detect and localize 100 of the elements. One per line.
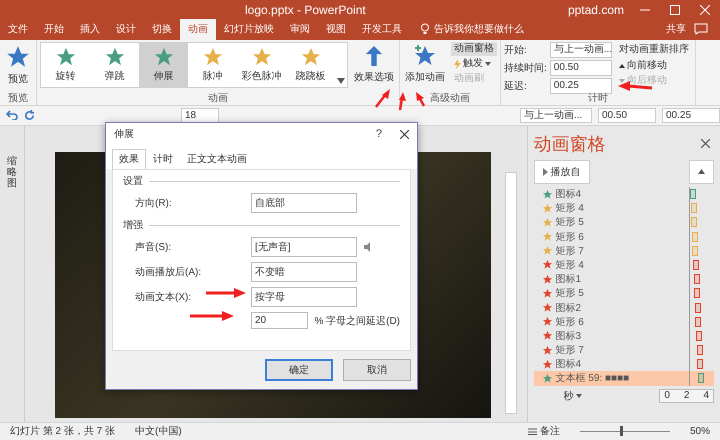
maximize-icon[interactable]	[670, 4, 680, 14]
after-animation-dropdown[interactable]: 不变暗	[251, 262, 357, 282]
animation-option[interactable]: 彩色脉冲	[237, 42, 286, 87]
animation-option[interactable]: 跷跷板	[286, 42, 335, 87]
ribbon-tab[interactable]: 切换	[144, 19, 180, 40]
share-button[interactable]: 共享	[658, 19, 694, 40]
ribbon-tab[interactable]: 开发工具	[354, 19, 410, 40]
seconds-dropdown[interactable]: 秒	[534, 388, 582, 403]
window-title: logo.pptx - PowerPoint	[245, 2, 366, 16]
close-icon[interactable]	[701, 139, 710, 148]
animation-item[interactable]: 矩形 6	[534, 314, 714, 329]
timing-bar	[696, 345, 703, 356]
notes-button[interactable]: 备注	[528, 424, 560, 438]
scrollbar[interactable]	[504, 172, 517, 414]
caret-icon	[576, 394, 582, 398]
ribbon-tab[interactable]: 开始	[36, 19, 72, 40]
caret-icon	[485, 62, 491, 66]
gallery-more-icon[interactable]	[337, 78, 345, 84]
group-label: 动画	[208, 92, 228, 105]
animation-item[interactable]: 矩形 6	[534, 229, 714, 244]
undo-icon[interactable]	[6, 110, 18, 120]
help-button[interactable]: ?	[376, 128, 382, 140]
font-size-field[interactable]: 18	[181, 108, 219, 123]
group-label: 计时	[588, 92, 608, 105]
preview-button[interactable]: 预览	[3, 42, 33, 88]
animation-item[interactable]: 矩形 7	[534, 342, 714, 358]
ribbon-tab[interactable]: 插入	[72, 19, 108, 40]
add-star-icon	[413, 44, 437, 68]
dialog-tab[interactable]: 效果	[112, 149, 146, 169]
ribbon-tab[interactable]: 文件	[0, 19, 36, 40]
timing-bar	[695, 316, 702, 327]
comment-icon[interactable]	[694, 23, 708, 36]
animation-item[interactable]: 图标2	[534, 300, 714, 315]
site-label: pptad.com	[568, 2, 624, 16]
start-label: 开始:	[504, 44, 528, 57]
animation-item[interactable]: 矩形 5	[534, 215, 714, 230]
cancel-button[interactable]: 取消	[343, 359, 411, 381]
sound-dropdown[interactable]: [无声音]	[251, 237, 357, 257]
effect-options-button[interactable]: 效果选项	[352, 42, 396, 86]
ok-button[interactable]: 确定	[265, 359, 333, 381]
animation-option[interactable]: 旋转	[41, 42, 90, 87]
animation-item[interactable]: 图标4	[534, 186, 714, 202]
animation-item[interactable]: 矩形 7	[534, 244, 714, 258]
up-triangle-icon	[698, 169, 705, 174]
section-heading: 增强	[123, 219, 143, 232]
dialog-tab[interactable]: 计时	[146, 149, 180, 169]
ribbon-tab[interactable]: 幻灯片放映	[216, 19, 282, 40]
annotation-arrow	[398, 92, 406, 110]
trigger-button[interactable]: 触发	[451, 56, 497, 71]
animation-pane-button[interactable]: 动画窗格	[451, 42, 497, 56]
start-dropdown[interactable]: 与上一动画...	[520, 108, 592, 123]
sound-label: 声音(S):	[135, 242, 172, 253]
ribbon-tab[interactable]: 审阅	[282, 19, 318, 40]
play-from-button[interactable]: 播放自	[534, 160, 590, 184]
tell-me-field[interactable]: 告诉我你想要做什么	[420, 19, 524, 40]
direction-dropdown[interactable]: 自底部	[251, 193, 357, 213]
start-dropdown[interactable]: 与上一动画...	[550, 42, 612, 58]
direction-label: 方向(R):	[135, 198, 172, 209]
timing-bar	[696, 330, 702, 341]
delay-field[interactable]: 00.25	[550, 78, 612, 94]
thumbnails-label[interactable]: 缩略图	[6, 156, 17, 422]
close-icon[interactable]	[400, 130, 409, 138]
redo-icon[interactable]	[24, 110, 35, 121]
delay-spinner[interactable]: 20	[251, 312, 308, 329]
language-label: 中文(中国)	[135, 424, 182, 438]
animation-item[interactable]: 文本框 59: ■■■■	[534, 371, 714, 386]
timing-bar	[694, 302, 701, 312]
ribbon-tab[interactable]: 动画	[180, 19, 216, 40]
animation-option[interactable]: 脉冲	[188, 42, 237, 87]
timing-bar	[694, 288, 700, 298]
lightbulb-icon	[420, 23, 430, 36]
animate-text-dropdown[interactable]: 按字母	[251, 287, 357, 307]
annotation-arrow	[206, 288, 246, 298]
down-triangle-icon	[618, 78, 625, 83]
annotation-arrow	[375, 89, 390, 108]
add-animation-button[interactable]: 添加动画	[403, 42, 447, 86]
animation-item[interactable]: 矩形 4	[534, 258, 714, 272]
animation-option[interactable]: 弹跳	[90, 42, 139, 87]
duration-label: 持续时间:	[504, 62, 547, 75]
move-up-button[interactable]	[689, 160, 714, 184]
animation-item[interactable]: 矩形 5	[534, 286, 714, 300]
lightning-icon	[454, 58, 461, 69]
timing-bar	[692, 232, 698, 242]
reorder-label: 对动画重新排序	[618, 42, 690, 57]
move-earlier-button[interactable]: 向前移动	[616, 58, 692, 73]
dialog-tab[interactable]: 正文文本动画	[180, 149, 254, 169]
notes-icon	[528, 428, 537, 435]
timing-bar	[690, 203, 697, 214]
ribbon-tab[interactable]: 视图	[318, 19, 354, 40]
animation-item[interactable]: 图标3	[534, 328, 714, 343]
letter-delay-label: % 字母之间延迟(D)	[314, 314, 400, 328]
play-icon	[542, 168, 548, 176]
animation-item[interactable]: 矩形 4	[534, 201, 714, 216]
animation-item[interactable]: 图标1	[534, 272, 714, 286]
duration-field[interactable]: 00.50	[550, 60, 612, 76]
animation-option[interactable]: 伸展	[139, 42, 188, 87]
delay-field[interactable]: 00.25	[662, 108, 720, 123]
timing-bar	[691, 217, 698, 228]
ribbon-tab[interactable]: 设计	[108, 19, 144, 40]
duration-field[interactable]: 00.50	[598, 108, 656, 123]
